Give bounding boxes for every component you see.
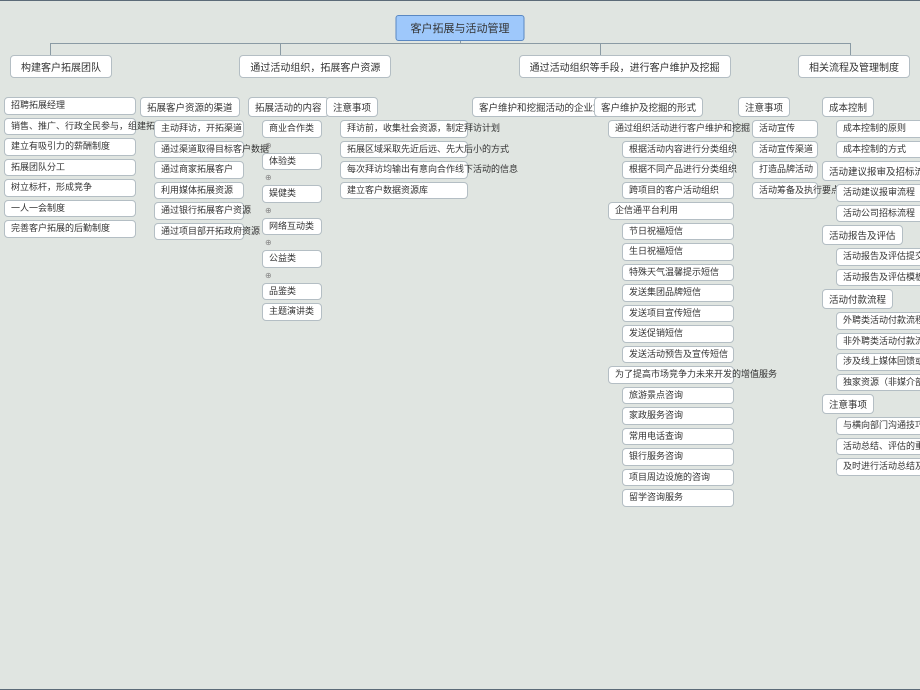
list-item[interactable]: 商业合作类 <box>262 120 322 138</box>
sub-header[interactable]: 活动建议报审及招标流程 <box>822 161 920 181</box>
list-item[interactable]: 活动建议报审流程 <box>836 184 920 202</box>
col-maintain-forms: 客户维护及挖掘的形式 通过组织活动进行客户维护和挖掘 根据活动内容进行分类组织 … <box>594 97 734 507</box>
list-item[interactable]: 企信通平台利用 <box>608 202 734 220</box>
list-item[interactable]: 常用电话查询 <box>622 428 734 446</box>
list-item[interactable]: 打造品牌活动 <box>752 161 818 179</box>
col-channels: 拓展客户资源的渠道 主动拜访，开拓渠道 通过渠道取得目标客户数据 通过商家拓展客… <box>140 97 244 240</box>
col-notes-3: 注意事项 活动宣传 活动宣传渠道 打造品牌活动 活动筹备及执行要点 <box>738 97 818 199</box>
col-activity-content: 拓展活动的内容 商业合作类 ⊕ 体验类 ⊕ 娱健类 ⊕ 网络互动类 ⊕ 公益类 … <box>248 97 322 321</box>
list-item[interactable]: 及时进行活动总结及费用报销 <box>836 458 920 476</box>
list-item[interactable]: 公益类 <box>262 250 322 268</box>
list-item[interactable]: 节日祝福短信 <box>622 223 734 241</box>
list-item[interactable]: 建立客户数据资源库 <box>340 182 468 200</box>
list-item[interactable]: 一人一会制度 <box>4 200 136 218</box>
list-item[interactable]: 项目周边设施的咨询 <box>622 469 734 487</box>
expand-icon[interactable]: ⊕ <box>262 271 322 280</box>
list-item[interactable]: 利用媒体拓展资源 <box>154 182 244 200</box>
main-node-team[interactable]: 构建客户拓展团队 <box>10 55 112 78</box>
sub-header[interactable]: 成本控制 <box>822 97 874 117</box>
list-item[interactable]: 拓展区域采取先近后远、先大后小的方式 <box>340 141 468 159</box>
sub-header[interactable]: 拓展活动的内容 <box>248 97 329 117</box>
main-node-activity-expand[interactable]: 通过活动组织，拓展客户资源 <box>239 55 391 78</box>
expand-icon[interactable]: ⊕ <box>262 238 322 247</box>
list-item[interactable]: 生日祝福短信 <box>622 243 734 261</box>
col-team: 招聘拓展经理 销售、推广、行政全民参与，组建拓展团队 建立有吸引力的薪酬制度 拓… <box>4 97 136 238</box>
list-item[interactable]: 活动宣传 <box>752 120 818 138</box>
list-item[interactable]: 每次拜访均输出有意向合作线下活动的信息 <box>340 161 468 179</box>
list-item[interactable]: 通过组织活动进行客户维护和挖掘 <box>608 120 734 138</box>
connector <box>50 43 51 55</box>
list-item[interactable]: 体验类 <box>262 153 322 171</box>
main-branch-row: 构建客户拓展团队 通过活动组织，拓展客户资源 通过活动组织等手段，进行客户维护及… <box>0 55 920 78</box>
list-item[interactable]: 涉及线上媒体回馈或赞助类活动付款流程 <box>836 353 920 371</box>
list-item[interactable]: 为了提高市场竞争力未来开发的增值服务 <box>608 366 734 384</box>
list-item[interactable]: 跨项目的客户活动组织 <box>622 182 734 200</box>
list-item[interactable]: 成本控制的原则 <box>836 120 920 138</box>
main-node-process[interactable]: 相关流程及管理制度 <box>798 55 910 78</box>
sub-header[interactable]: 注意事项 <box>822 394 874 414</box>
col-definition: 客户维护和挖掘活动的企业定义 <box>472 97 590 117</box>
list-item[interactable]: 通过渠道取得目标客户数据 <box>154 141 244 159</box>
list-item[interactable]: 销售、推广、行政全民参与，组建拓展团队 <box>4 118 136 136</box>
main-node-maintain[interactable]: 通过活动组织等手段，进行客户维护及挖掘 <box>519 55 731 78</box>
sub-header[interactable]: 注意事项 <box>738 97 790 117</box>
root-node[interactable]: 客户拓展与活动管理 <box>396 15 525 41</box>
list-item[interactable]: 活动报告及评估模板 <box>836 269 920 287</box>
list-item[interactable]: 活动宣传渠道 <box>752 141 818 159</box>
connector <box>50 43 850 44</box>
connector <box>850 43 851 55</box>
list-item[interactable]: 建立有吸引力的薪酬制度 <box>4 138 136 156</box>
list-item[interactable]: 网络互动类 <box>262 218 322 236</box>
list-item[interactable]: 银行服务咨询 <box>622 448 734 466</box>
list-item[interactable]: 根据活动内容进行分类组织 <box>622 141 734 159</box>
sub-header[interactable]: 注意事项 <box>326 97 378 117</box>
col-notes-2: 注意事项 拜访前，收集社会资源，制定拜访计划 拓展区域采取先近后远、先大后小的方… <box>326 97 468 199</box>
connector <box>280 43 281 55</box>
list-item[interactable]: 娱健类 <box>262 185 322 203</box>
list-item[interactable]: 拜访前，收集社会资源，制定拜访计划 <box>340 120 468 138</box>
list-item[interactable]: 根据不同产品进行分类组织 <box>622 161 734 179</box>
connector <box>600 43 601 55</box>
list-item[interactable]: 发送集团品牌短信 <box>622 284 734 302</box>
list-item[interactable]: 活动报告及评估提交要求 <box>836 248 920 266</box>
list-item[interactable]: 特殊天气温馨提示短信 <box>622 264 734 282</box>
list-item[interactable]: 通过银行拓展客户资源 <box>154 202 244 220</box>
expand-icon[interactable]: ⊕ <box>262 206 322 215</box>
list-item[interactable]: 活动筹备及执行要点 <box>752 182 818 200</box>
columns: 招聘拓展经理 销售、推广、行政全民参与，组建拓展团队 建立有吸引力的薪酬制度 拓… <box>4 97 916 507</box>
list-item[interactable]: 主题演讲类 <box>262 303 322 321</box>
list-item[interactable]: 招聘拓展经理 <box>4 97 136 115</box>
list-item[interactable]: 发送项目宣传短信 <box>622 305 734 323</box>
list-item[interactable]: 发送促销短信 <box>622 325 734 343</box>
list-item[interactable]: 外聘类活动付款流程 <box>836 312 920 330</box>
list-item[interactable]: 拓展团队分工 <box>4 159 136 177</box>
diagram-canvas: 客户拓展与活动管理 构建客户拓展团队 通过活动组织，拓展客户资源 通过活动组织等… <box>0 0 920 690</box>
sub-header[interactable]: 拓展客户资源的渠道 <box>140 97 240 117</box>
list-item[interactable]: 家政服务咨询 <box>622 407 734 425</box>
list-item[interactable]: 与横向部门沟通技巧 <box>836 417 920 435</box>
list-item[interactable]: 旅游景点咨询 <box>622 387 734 405</box>
list-item[interactable]: 发送活动预告及宣传短信 <box>622 346 734 364</box>
sub-header[interactable]: 活动报告及评估 <box>822 225 903 245</box>
list-item[interactable]: 完善客户拓展的后勤制度 <box>4 220 136 238</box>
sub-header[interactable]: 客户维护及挖掘的形式 <box>594 97 703 117</box>
list-item[interactable]: 独家资源（非媒介部执行）付款流程 <box>836 374 920 392</box>
list-item[interactable]: 留学咨询服务 <box>622 489 734 507</box>
list-item[interactable]: 成本控制的方式 <box>836 141 920 159</box>
list-item[interactable]: 非外聘类活动付款流程 <box>836 333 920 351</box>
list-item[interactable]: 活动总结、评估的重要性 <box>836 438 920 456</box>
expand-icon[interactable]: ⊕ <box>262 173 322 182</box>
list-item[interactable]: 主动拜访，开拓渠道 <box>154 120 244 138</box>
sub-header[interactable]: 活动付款流程 <box>822 289 893 309</box>
expand-icon[interactable]: ⊕ <box>262 141 322 150</box>
list-item[interactable]: 树立标杆，形成竞争 <box>4 179 136 197</box>
list-item[interactable]: 通过商家拓展客户 <box>154 161 244 179</box>
list-item[interactable]: 品鉴类 <box>262 283 322 301</box>
col-process: 成本控制 成本控制的原则 成本控制的方式 活动建议报审及招标流程 活动建议报审流… <box>822 97 920 476</box>
list-item[interactable]: 活动公司招标流程 <box>836 205 920 223</box>
list-item[interactable]: 通过项目部开拓政府资源 <box>154 223 244 241</box>
